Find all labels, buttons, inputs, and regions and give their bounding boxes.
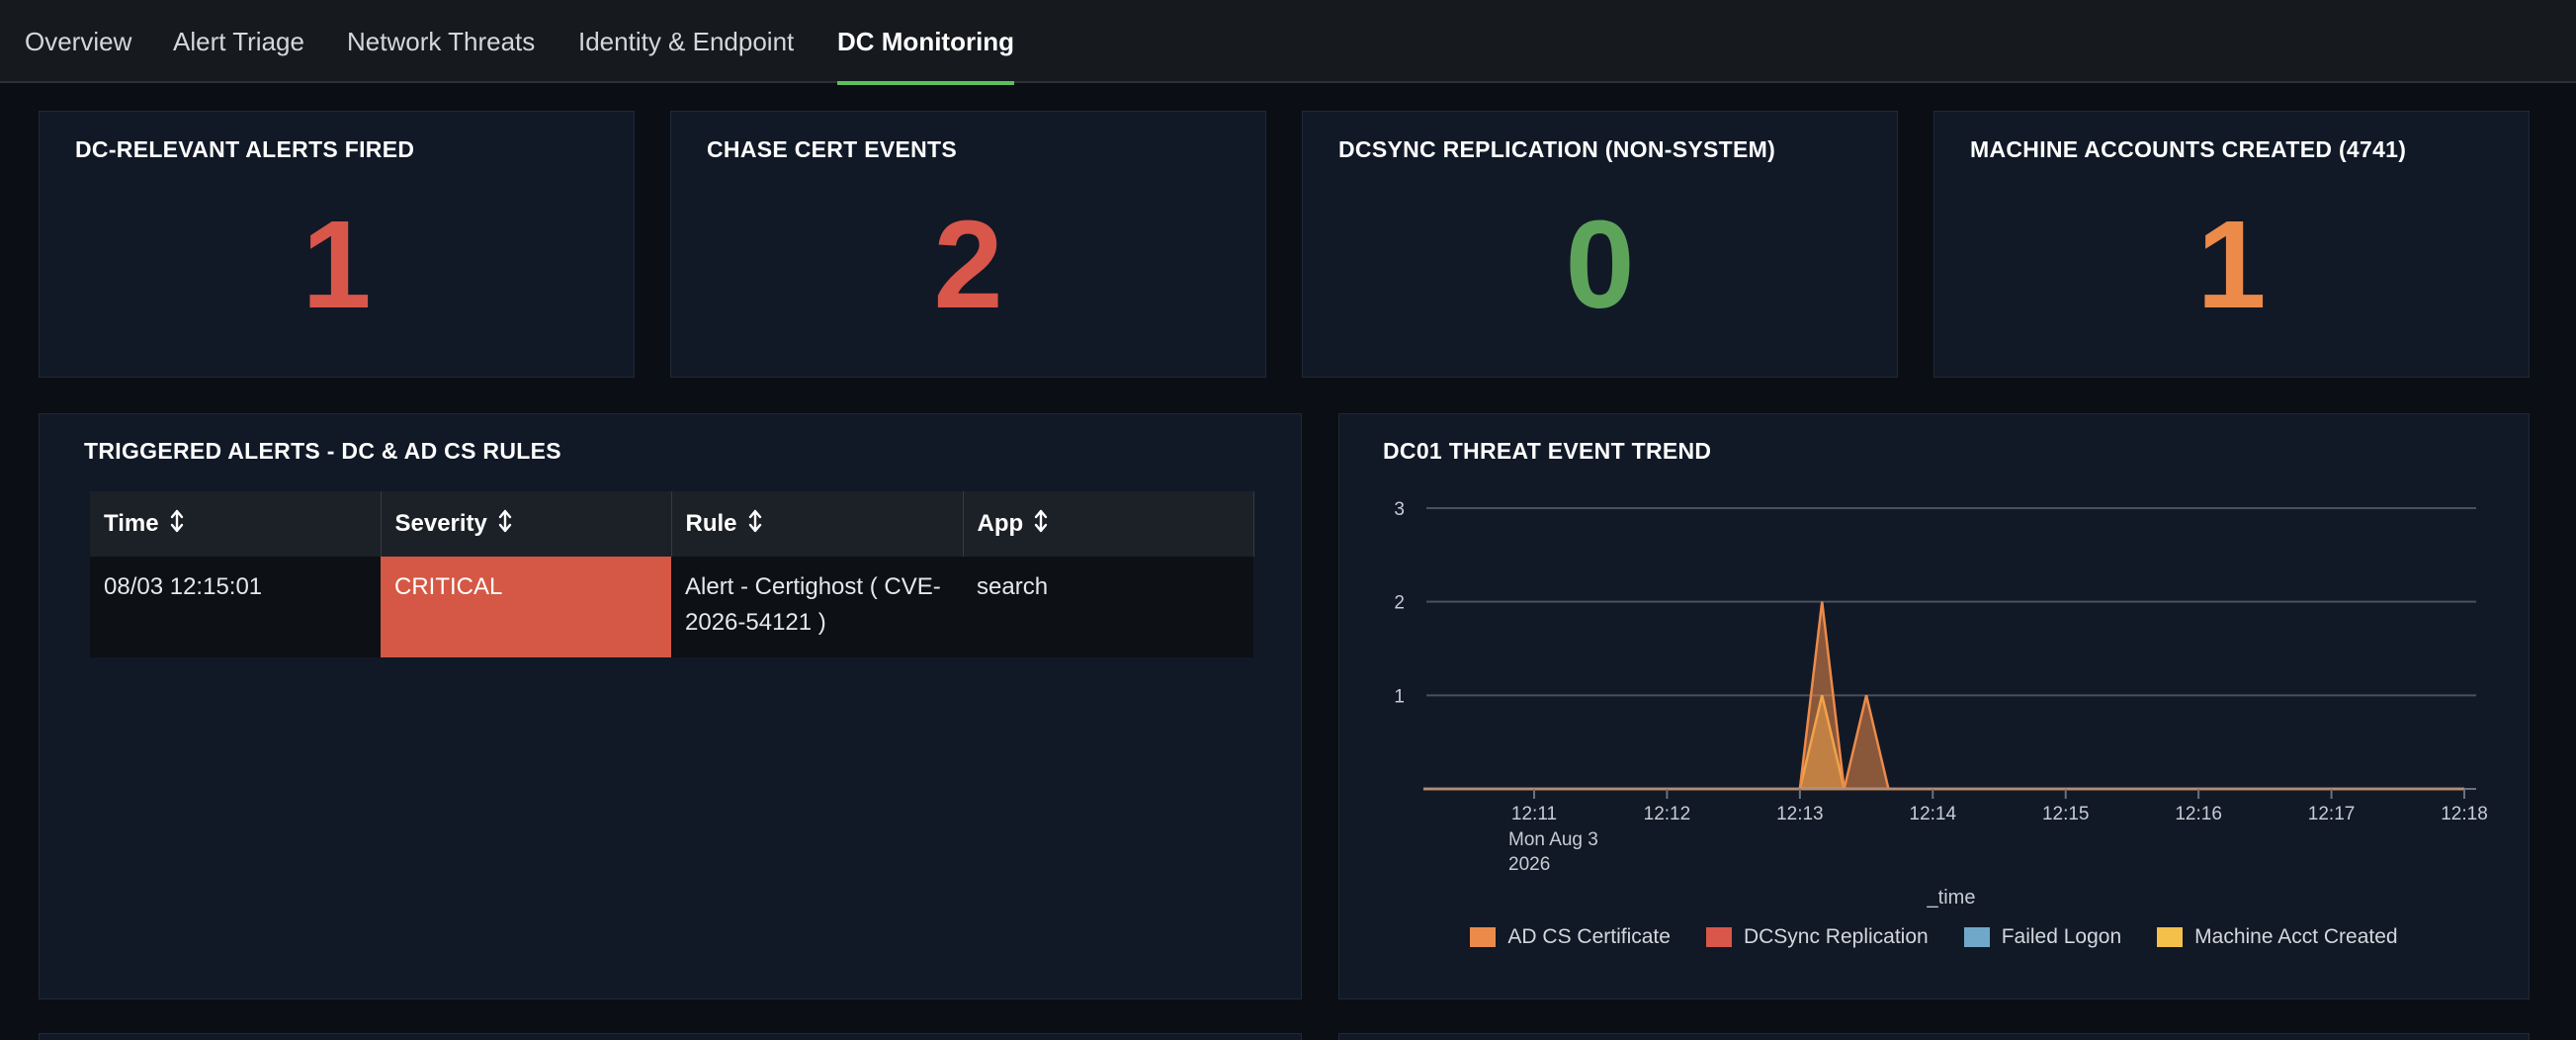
cell-severity: CRITICAL (381, 557, 671, 657)
chart-legend: AD CS Certificate DCSync Replication Fai… (1339, 925, 2529, 949)
panel-title: TRIGGERED ALERTS - DC & AD CS RULES (84, 438, 561, 464)
y-tick-label: 2 (1394, 593, 1405, 614)
legend-swatch (1705, 927, 1732, 947)
legend-label: DCSync Replication (1743, 925, 1929, 948)
kpi-value: 1 (301, 195, 372, 334)
legend-swatch (2157, 927, 2184, 947)
x-tick-label: 12:18 (2441, 804, 2488, 824)
x-tick-sublabel: 2026 (1508, 854, 1550, 875)
series-area (1422, 695, 2464, 791)
kpi-panel-dc-alerts: DC-RELEVANT ALERTS FIRED 1 (39, 111, 635, 378)
tab-network-threats[interactable]: Network Threats (347, 0, 535, 83)
x-tick-sublabel: Mon Aug 3 (1508, 829, 1598, 850)
kpi-title: MACHINE ACCOUNTS CREATED (4741) (1970, 136, 2407, 162)
table-row[interactable]: 08/03 12:15:01 CRITICAL Alert - Certigho… (90, 557, 1253, 657)
legend-item-failed-logon[interactable]: Failed Logon (1963, 925, 2122, 949)
legend-label: Machine Acct Created (2194, 925, 2398, 948)
x-tick-label: 12:17 (2308, 804, 2356, 824)
table-header-row: Time Severity Rule App (90, 491, 1254, 557)
kpi-title: DC-RELEVANT ALERTS FIRED (75, 136, 415, 162)
column-header-severity[interactable]: Severity (380, 491, 671, 557)
tab-alert-triage[interactable]: Alert Triage (173, 0, 304, 83)
x-tick-label: 12:15 (2042, 804, 2090, 824)
threat-trend-panel: DC01 THREAT EVENT TREND 1 2 3 12:11 12:12 12:… (1338, 413, 2530, 999)
kpi-value: 1 (2196, 195, 2267, 334)
trend-chart: 1 2 3 12:11 12:12 12:13 12:14 12:15 12:16 12:17 12… (1394, 499, 2488, 909)
kpi-panel-dcsync: DCSYNC REPLICATION (NON-SYSTEM) 0 (1302, 111, 1898, 378)
dashboard-tab-bar: Overview Alert Triage Network Threats Id… (0, 0, 2576, 85)
y-tick-label: 1 (1394, 686, 1405, 707)
y-tick-label: 3 (1394, 499, 1405, 520)
kpi-title: DCSYNC REPLICATION (NON-SYSTEM) (1338, 136, 1776, 162)
legend-item-dcsync-replication[interactable]: DCSync Replication (1705, 925, 1929, 949)
cell-time: 08/03 12:15:01 (90, 557, 381, 657)
legend-swatch (1963, 927, 1990, 947)
column-header-rule[interactable]: Rule (670, 491, 963, 557)
legend-item-ad-cs-certificate[interactable]: AD CS Certificate (1470, 925, 1671, 949)
legend-item-machine-acct-created[interactable]: Machine Acct Created (2157, 925, 2398, 949)
x-tick-label: 12:13 (1776, 804, 1824, 824)
column-header-app[interactable]: App (962, 491, 1254, 557)
next-panel-edge (1338, 1033, 2530, 1040)
sort-icon[interactable] (747, 509, 763, 540)
x-tick-label: 12:16 (2175, 804, 2222, 824)
column-header-time[interactable]: Time (90, 491, 381, 557)
sort-icon[interactable] (169, 509, 185, 540)
kpi-panel-machine-accounts: MACHINE ACCOUNTS CREATED (4741) 1 (1933, 111, 2530, 378)
sort-icon[interactable] (1033, 509, 1049, 540)
tab-identity-endpoint[interactable]: Identity & Endpoint (578, 0, 794, 83)
sort-icon[interactable] (497, 509, 513, 540)
cell-app: search (963, 557, 1253, 657)
legend-label: AD CS Certificate (1507, 925, 1671, 948)
x-tick-label: 12:14 (1910, 804, 1957, 824)
legend-label: Failed Logon (2001, 925, 2122, 948)
x-tick-label: 12:12 (1644, 804, 1691, 824)
x-tick-label: 12:11 (1511, 804, 1557, 824)
cell-rule: Alert - Certighost ( CVE-2026-54121 ) (671, 557, 963, 657)
kpi-value: 2 (933, 195, 1003, 334)
kpi-panel-chase-cert: CHASE CERT EVENTS 2 (670, 111, 1266, 378)
kpi-title: CHASE CERT EVENTS (707, 136, 958, 162)
tab-dc-monitoring[interactable]: DC Monitoring (837, 0, 1015, 85)
tab-overview[interactable]: Overview (25, 0, 131, 83)
triggered-alerts-panel: TRIGGERED ALERTS - DC & AD CS RULES Time… (39, 413, 1302, 999)
alerts-table: Time Severity Rule App 08/03 12:15:01 CR… (90, 491, 1254, 657)
legend-swatch (1470, 927, 1497, 947)
x-axis-title: _time (1927, 887, 1976, 909)
next-panel-edge (39, 1033, 1302, 1040)
kpi-value: 0 (1565, 195, 1635, 334)
